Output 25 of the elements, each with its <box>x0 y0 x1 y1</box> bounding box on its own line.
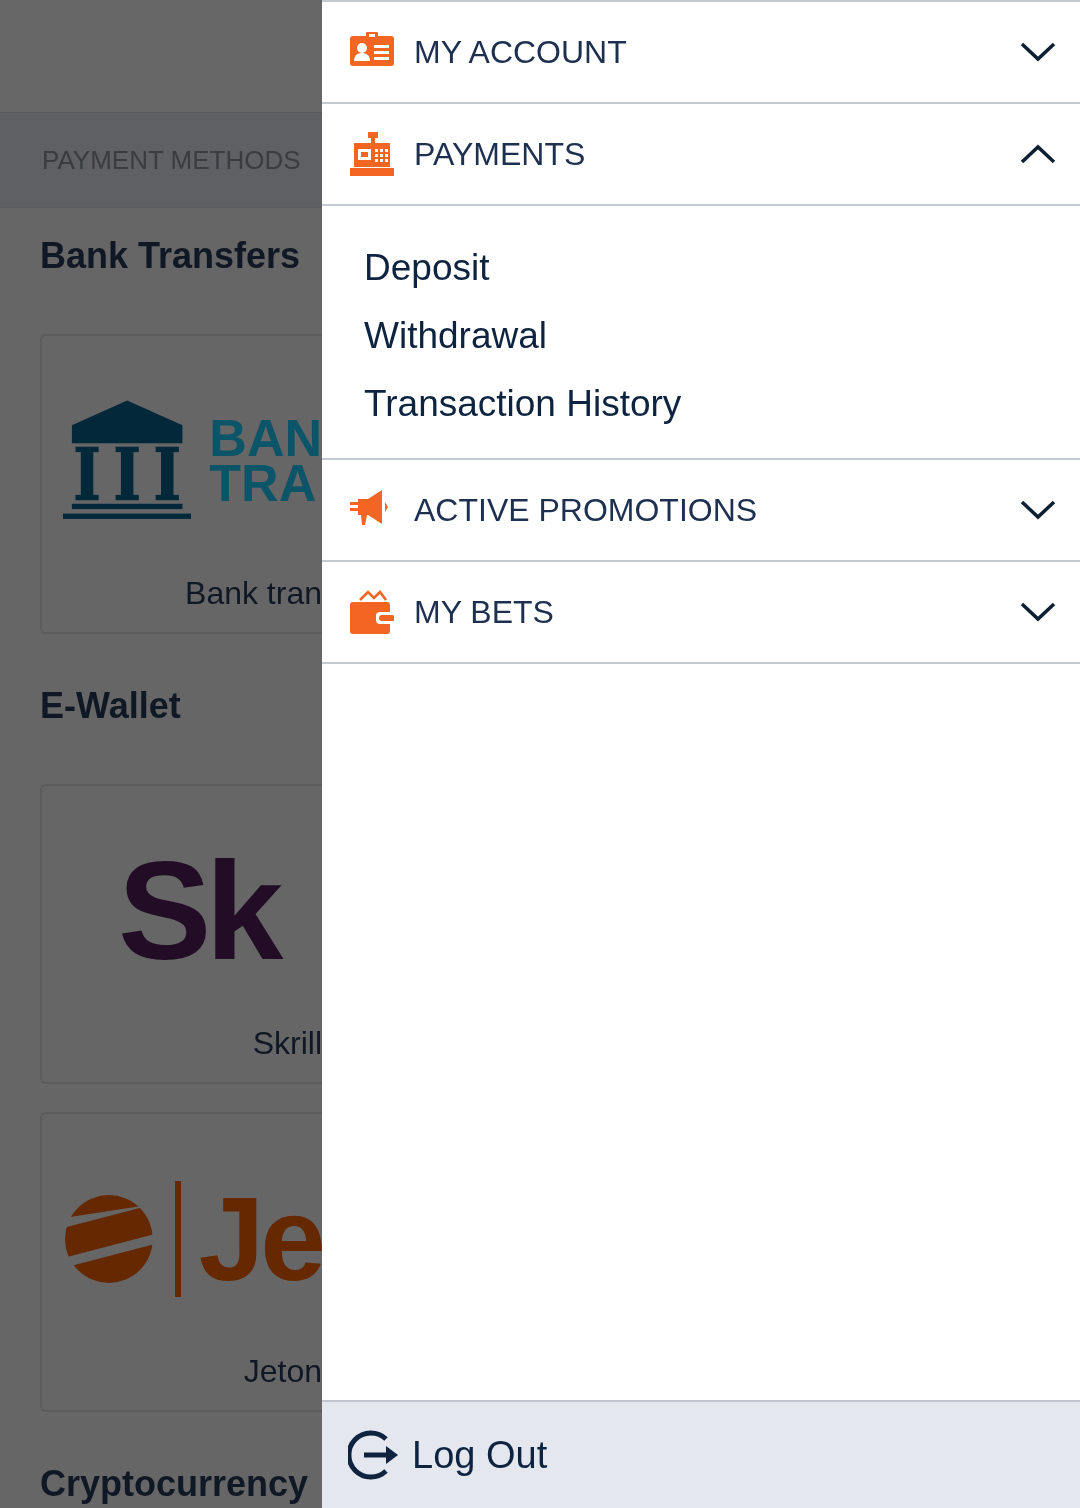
chevron-down-icon <box>1020 601 1056 623</box>
wallet-icon <box>350 590 394 634</box>
logo-text: Sk <box>118 841 278 981</box>
menu-header[interactable]: MY BETS <box>322 562 1080 664</box>
menu-header[interactable]: MY ACCOUNT <box>322 2 1080 104</box>
chevron-down-icon <box>1020 41 1056 63</box>
striped-circle-icon <box>63 1194 155 1284</box>
menu-header[interactable]: ACTIVE PROMOTIONS <box>322 460 1080 562</box>
cash-register-icon <box>350 132 394 176</box>
card-label: Skrill <box>252 1025 322 1062</box>
submenu-item[interactable]: Deposit <box>364 234 490 302</box>
card-label: Jeton <box>243 1353 322 1390</box>
menu-header[interactable]: PAYMENTS <box>322 104 1080 206</box>
chevron-up-icon <box>1020 143 1056 165</box>
card-label: Bank tran <box>185 575 322 612</box>
group-title: Bank Transfers <box>39 234 302 278</box>
submenu-item[interactable]: Withdrawal <box>364 302 547 370</box>
group-title: Cryptocurrency <box>39 1462 310 1506</box>
logout-button[interactable]: Log Out <box>322 1400 1080 1508</box>
logo-text: TRA <box>209 461 317 506</box>
group-title: E-Wallet <box>39 684 182 728</box>
logo-text: Je <box>198 1179 322 1299</box>
logo-text: BAN <box>209 416 322 461</box>
submenu-item[interactable]: Transaction History <box>364 370 682 438</box>
chevron-down-icon <box>1020 499 1056 521</box>
